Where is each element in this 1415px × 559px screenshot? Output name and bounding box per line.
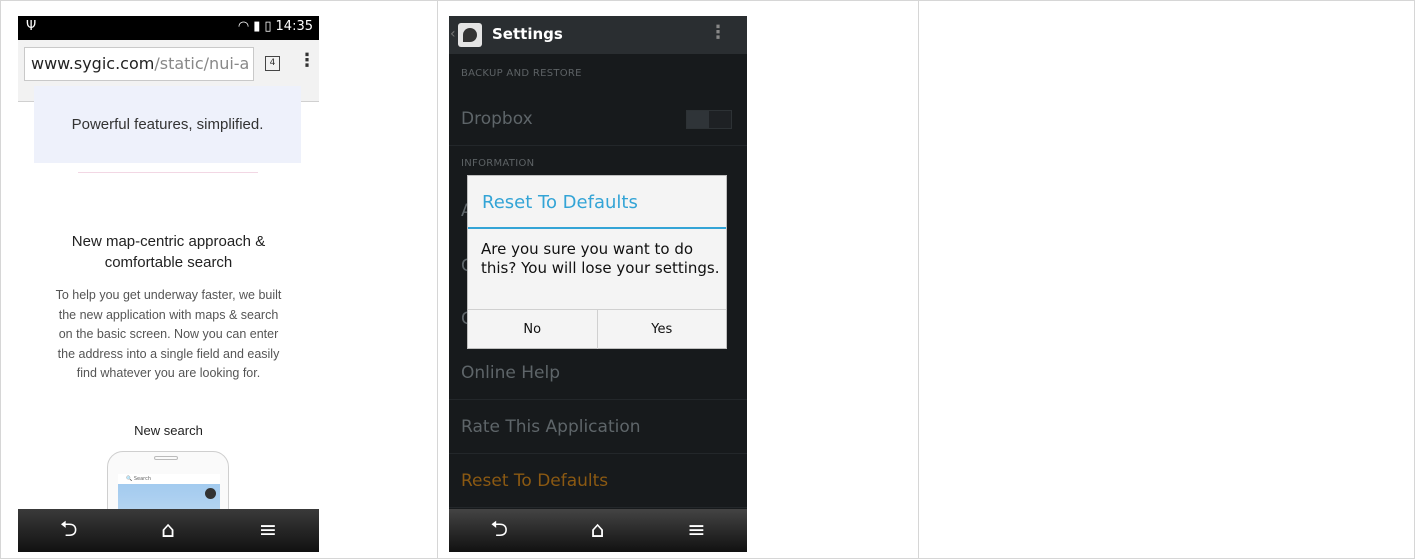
- home-icon[interactable]: ⌂: [591, 518, 605, 543]
- dialog-message: Are you sure you want to do this? You wi…: [481, 240, 720, 277]
- address-bar[interactable]: www.sygic.com/static/nui-a: [24, 47, 254, 81]
- heading-line-2: comfortable search: [104, 254, 233, 271]
- heading-line-1: New map-centric approach &: [71, 233, 266, 250]
- paragraph-line: To help you get underway faster, we buil…: [55, 288, 282, 302]
- dropbox-label: Dropbox: [461, 109, 533, 129]
- dropbox-toggle[interactable]: [686, 110, 732, 129]
- mini-search-bar: 🔍 Search: [118, 474, 220, 484]
- status-bar: Ψ ◠ ▮ ▯ 14:35: [18, 16, 319, 40]
- battery-icon: ▯: [264, 19, 272, 34]
- back-icon[interactable]: ⮌: [60, 512, 78, 550]
- overflow-menu-icon[interactable]: ⋮: [709, 22, 727, 43]
- settings-item-rate-app[interactable]: Rate This Application: [449, 401, 747, 454]
- cell-3: [918, 0, 1415, 559]
- dialog-title: Reset To Defaults: [468, 176, 726, 229]
- browser-menu-icon[interactable]: ⋮: [298, 50, 316, 71]
- settings-item-online-help[interactable]: Online Help: [449, 347, 747, 400]
- menu-icon[interactable]: ≡: [687, 518, 705, 543]
- settings-item-label: Online Help: [461, 363, 560, 383]
- divider: [78, 172, 258, 173]
- usb-icon: Ψ: [26, 19, 37, 34]
- app-logo-icon[interactable]: [458, 23, 482, 47]
- hero-banner: Powerful features, simplified.: [34, 86, 301, 163]
- section-paragraph: To help you get underway faster, we buil…: [18, 286, 319, 384]
- image-caption: New search: [134, 423, 203, 438]
- paragraph-line: the new application with maps & search: [58, 307, 279, 322]
- menu-icon[interactable]: ≡: [259, 518, 277, 543]
- section-header-information: INFORMATION: [461, 158, 535, 169]
- settings-item-label: Rate This Application: [461, 417, 641, 437]
- mini-search-placeholder: Search: [133, 476, 152, 482]
- section-header-backup: BACKUP AND RESTORE: [461, 68, 582, 79]
- settings-item-label: Reset To Defaults: [461, 471, 609, 491]
- signal-icon: ▮: [253, 19, 261, 34]
- reset-confirm-dialog: Reset To Defaults Are you sure you want …: [467, 175, 727, 349]
- settings-item-reset-defaults[interactable]: Reset To Defaults: [449, 455, 747, 508]
- back-icon[interactable]: ⮌: [490, 512, 508, 550]
- browser-phone-screen: Ψ ◠ ▮ ▯ 14:35 www.sygic.com/static/nui-a…: [18, 16, 319, 552]
- paragraph-line: the address into a single field and easi…: [57, 346, 280, 361]
- page-title: Settings: [492, 25, 563, 43]
- action-bar: ‹ Settings ⋮: [449, 16, 747, 54]
- settings-phone-screen: ‹ Settings ⋮ BACKUP AND RESTORE Dropbox …: [449, 16, 747, 552]
- android-nav-bar: ⮌ ⌂ ≡: [449, 509, 747, 552]
- wifi-icon: ◠: [237, 19, 250, 34]
- url-path: /static/nui-a: [154, 54, 250, 73]
- tab-switcher-button[interactable]: 4: [265, 56, 280, 71]
- url-domain: www.sygic.com: [31, 54, 155, 73]
- speaker-icon: [154, 456, 178, 460]
- yes-button[interactable]: Yes: [598, 310, 727, 349]
- home-icon[interactable]: ⌂: [161, 518, 175, 543]
- compass-icon: [205, 488, 216, 499]
- status-time: 14:35: [275, 19, 313, 34]
- android-nav-bar: ⮌ ⌂ ≡: [18, 509, 319, 552]
- paragraph-line: on the basic screen. Now you can enter: [58, 327, 279, 342]
- dialog-buttons: No Yes: [468, 309, 726, 349]
- section-heading: New map-centric approach & comfortable s…: [18, 231, 319, 273]
- paragraph-line: find whatever you are looking for.: [76, 366, 261, 381]
- no-button[interactable]: No: [468, 310, 598, 349]
- up-chevron-icon[interactable]: ‹: [450, 26, 456, 42]
- toggle-knob: [687, 111, 709, 128]
